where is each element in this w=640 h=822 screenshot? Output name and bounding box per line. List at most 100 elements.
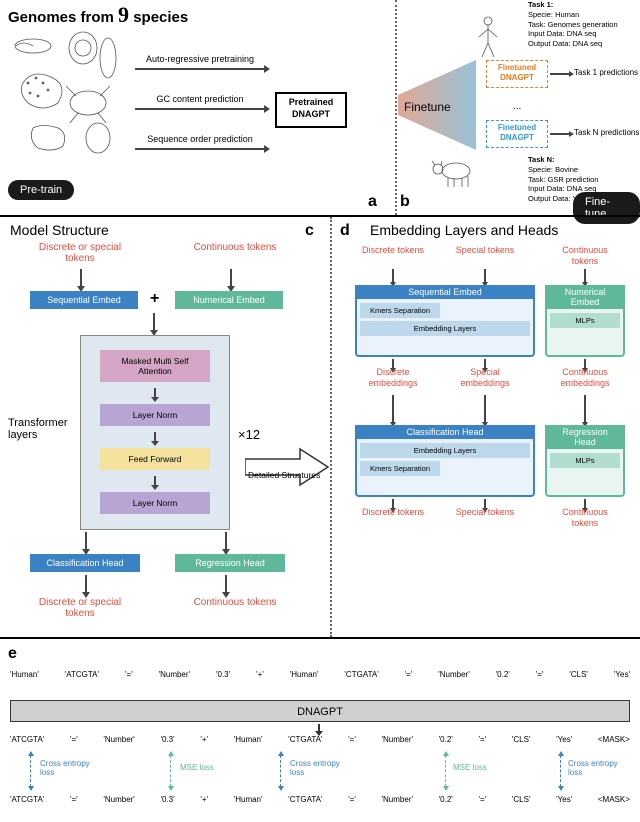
divider-vertical-cd (330, 217, 332, 637)
token: '0.3' (160, 795, 174, 804)
task1-pred: Task 1 predictions (574, 68, 638, 77)
token: 'Number' (382, 795, 414, 804)
token: '=' (348, 795, 356, 804)
token: '=' (70, 795, 78, 804)
token: 'CTGATA' (344, 670, 378, 679)
plus-icon: + (150, 290, 159, 308)
ce-arrow (280, 755, 282, 787)
panel-a-pretrain: Genomes from 9 species (0, 0, 390, 215)
arrow (484, 269, 486, 283)
token: 'CTGATA' (288, 795, 322, 804)
label-gc: GC content prediction (135, 94, 265, 104)
ce-arrow (560, 755, 562, 787)
token: '=' (70, 735, 78, 744)
d-continuous-emb: Continuous embeddings (550, 367, 620, 389)
dots: ... (513, 101, 521, 112)
panel-b-finetune: Finetune Finetuned DNAGPT Finetuned DNAG… (398, 0, 640, 215)
arrow-gc (135, 108, 265, 110)
panel-label-b: b (400, 193, 410, 211)
arrow-seqorder (135, 148, 265, 150)
human-icon (473, 15, 503, 60)
task-arrow-1 (550, 73, 570, 75)
feedforward-layer: Feed Forward (100, 448, 210, 470)
token: '0.2' (439, 735, 453, 744)
token: 'Human' (290, 670, 319, 679)
token: 'Yes' (556, 735, 572, 744)
classification-head: Classification Head (30, 554, 140, 572)
ce-label: Cross entropy loss (568, 760, 628, 778)
arrow (154, 388, 156, 398)
arrow (153, 313, 155, 331)
token: '0.2' (496, 670, 510, 679)
mse-label: MSE loss (453, 764, 513, 773)
norm-layer-2: Layer Norm (100, 492, 210, 514)
mse-label: MSE loss (180, 764, 240, 773)
pretrained-box: Pretrained DNAGPT (275, 92, 347, 128)
detail-arrow (245, 447, 330, 487)
c-title: Model Structure (10, 222, 109, 238)
token: '+' (256, 670, 264, 679)
arrow (85, 575, 87, 593)
attention-layer: Masked Multi Self Attention (100, 350, 210, 382)
token: 'Number' (382, 735, 414, 744)
token: <MASK> (598, 795, 630, 804)
token: '=' (405, 670, 413, 679)
cow-icon (428, 155, 476, 190)
numerical-embed: Numerical Embed (175, 291, 283, 309)
norm-layer-1: Layer Norm (100, 404, 210, 426)
finetune-label: Finetune (404, 100, 451, 114)
token: '=' (536, 670, 544, 679)
c-top-left: Discrete or special tokens (35, 242, 125, 264)
x12-label: ×12 (238, 427, 260, 442)
transformer-label: Transformer layers (8, 417, 78, 441)
token: 'Number' (438, 670, 470, 679)
divider-horizontal-cd (0, 637, 640, 639)
d-special-tokens-2: Special tokens (450, 507, 520, 518)
token: 'Yes' (614, 670, 630, 679)
arrow (230, 269, 232, 287)
token-row-2: 'ATCGTA''=''Number''0.3''+''Human''CTGAT… (10, 735, 630, 744)
arrow (80, 269, 82, 287)
arrow (154, 432, 156, 442)
c-bot-right: Continuous tokens (180, 597, 290, 608)
token: 'Human' (10, 670, 39, 679)
class-head-box: Classification Head Embedding Layers Kme… (355, 425, 535, 497)
regression-head: Regression Head (175, 554, 285, 572)
token: 'Human' (234, 735, 263, 744)
title: Genomes from 9 species (8, 2, 188, 28)
token: 'Number' (103, 735, 135, 744)
token-row-1: 'Human''ATCGTA''=''Number''0.3''+''Human… (10, 670, 630, 679)
finetuned-box-2: Finetuned DNAGPT (486, 120, 548, 148)
arrow (154, 476, 156, 486)
divider-vertical-ab (395, 0, 397, 215)
arrow (318, 724, 320, 732)
dnagpt-box: DNAGPT (10, 700, 630, 722)
num-embed-box: Numerical Embed MLPs (545, 285, 625, 357)
seq-embed-box: Sequential Embed Kmers Separation Embedd… (355, 285, 535, 357)
panel-label-e: e (8, 645, 17, 663)
arrow (584, 269, 586, 283)
d-continuous-tokens-2: Continuous tokens (550, 507, 620, 529)
sequential-embed: Sequential Embed (30, 291, 138, 309)
d-discrete-emb: Discrete embeddings (358, 367, 428, 389)
panel-label-a: a (368, 193, 377, 211)
token: 'ATCGTA' (10, 795, 44, 804)
panel-label-d: d (340, 222, 350, 240)
panel-c-model: Model Structure Discrete or special toke… (0, 217, 330, 637)
arrow (584, 395, 586, 423)
c-top-right: Continuous tokens (180, 242, 290, 253)
species-illustration (8, 28, 128, 158)
token: 'ATCGTA' (65, 670, 99, 679)
pretrain-badge: Pre-train (8, 180, 74, 200)
taskn-pred: Task N predictions (574, 128, 639, 137)
ce-arrow (30, 755, 32, 787)
d-title: Embedding Layers and Heads (370, 222, 558, 238)
token: '0.2' (439, 795, 453, 804)
arrow (225, 532, 227, 550)
token: '+' (200, 735, 208, 744)
task1-desc: Task 1: Specie: Human Task: Genomes gene… (528, 0, 618, 49)
finetuned-box-1: Finetuned DNAGPT (486, 60, 548, 88)
label-seqorder: Sequence order prediction (135, 134, 265, 144)
d-continuous-tokens: Continuous tokens (550, 245, 620, 267)
arrow (225, 575, 227, 593)
